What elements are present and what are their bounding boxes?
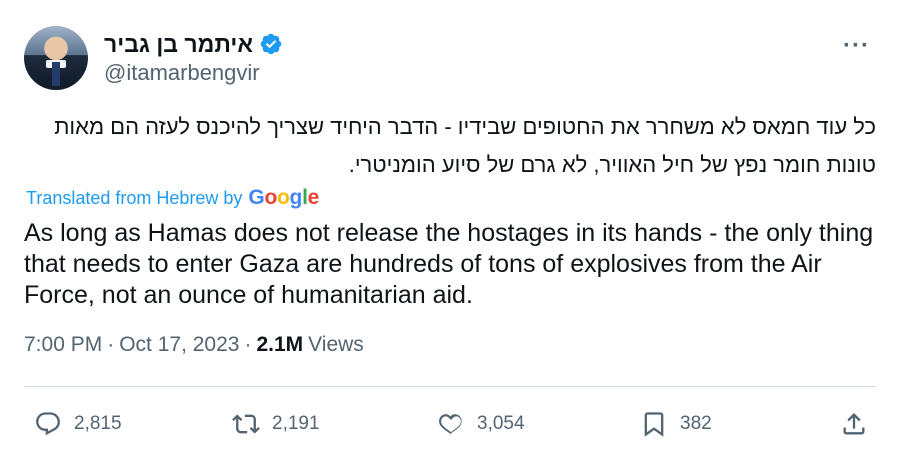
translation-note: Translated from Hebrew by [26,187,243,208]
meta-separator: · [107,333,115,356]
tweet-time[interactable]: 7:00 PM [24,333,102,357]
bookmark-count: 382 [680,413,712,434]
google-logo: Google [248,186,319,209]
repost-count: 2,191 [272,413,320,434]
bookmark-icon [644,412,664,437]
avatar[interactable] [24,26,88,90]
translation-attribution[interactable]: Translated from Hebrew by Google [26,186,319,210]
reply-button[interactable]: 2,815 [34,402,122,446]
views-count[interactable]: 2.1M [256,333,303,357]
action-bar: 2,815 2,191 3,054 382 [24,402,876,446]
display-name[interactable]: איתמר בן גביר [104,31,253,58]
share-button[interactable] [840,402,868,446]
views-label: Views [308,333,364,356]
avatar-tie [52,62,60,86]
share-icon [843,413,865,435]
author-handle[interactable]: @itamarbengvir [104,60,260,86]
like-count: 3,054 [477,413,525,434]
tweet-text-original: כל עוד חמאס לא משחרר את החטופים שבידיו -… [54,114,876,177]
divider [24,386,876,387]
more-options-icon[interactable]: ··· [843,32,870,60]
meta-separator: · [244,333,252,356]
tweet-date[interactable]: Oct 17, 2023 [119,333,239,357]
reply-icon [36,412,60,436]
name-row: איתמר בן גביר [104,30,283,58]
tweet-text-translated: As long as Hamas does not release the ho… [24,219,874,309]
tweet-header: איתמר בן גביר @itamarbengvir ··· [24,26,876,90]
tweet-meta: 7:00 PM · Oct 17, 2023 · 2.1M Views [24,333,364,357]
heart-icon [439,414,462,435]
bookmark-button[interactable]: 382 [640,402,712,446]
like-button[interactable]: 3,054 [437,402,525,446]
repost-button[interactable]: 2,191 [232,402,320,446]
verified-badge-icon [260,33,282,55]
reply-count: 2,815 [74,413,122,434]
repost-icon [232,414,260,434]
